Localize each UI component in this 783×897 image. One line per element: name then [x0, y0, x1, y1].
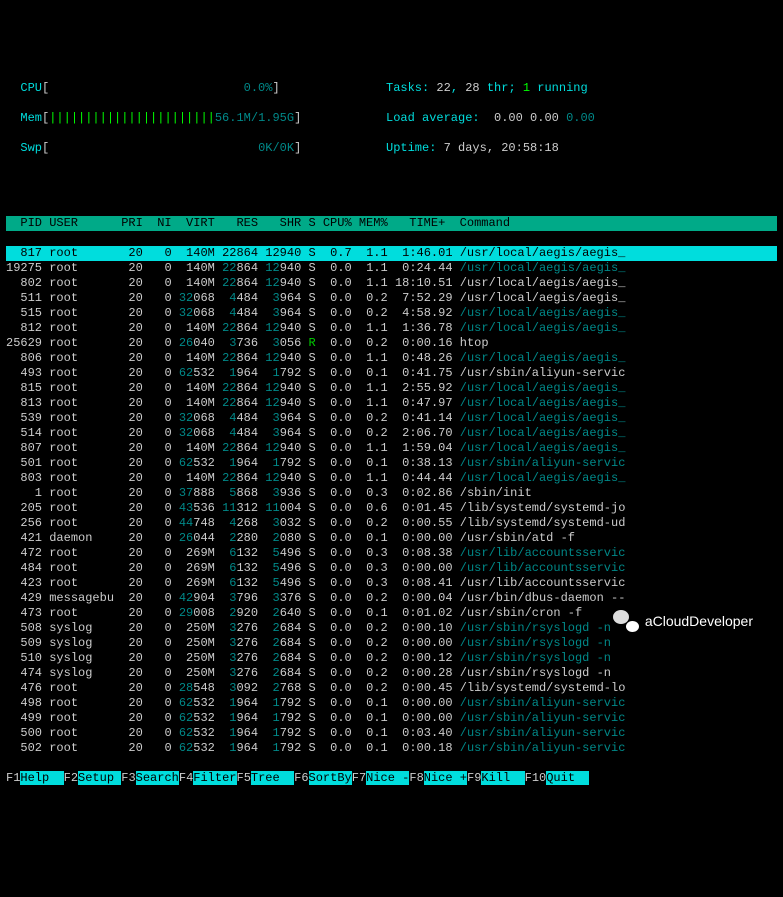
mem-meter: Mem[|||||||||||||||||||||||56.1M/1.95G] — [6, 111, 386, 126]
table-row[interactable]: 502 root 20 0 62532 1964 1792 S 0.0 0.1 … — [6, 741, 777, 756]
table-row[interactable]: 484 root 20 0 269M 6132 5496 S 0.0 0.3 0… — [6, 561, 777, 576]
table-row[interactable]: 472 root 20 0 269M 6132 5496 S 0.0 0.3 0… — [6, 546, 777, 561]
process-list[interactable]: 817 root 20 0 140M 22864 12940 S 0.7 1.1… — [6, 246, 777, 756]
wechat-icon — [613, 610, 639, 632]
table-row[interactable]: 421 daemon 20 0 26044 2280 2080 S 0.0 0.… — [6, 531, 777, 546]
watermark-text: aCloudDeveloper — [645, 614, 753, 629]
table-row[interactable]: 802 root 20 0 140M 22864 12940 S 0.0 1.1… — [6, 276, 777, 291]
table-row[interactable]: 19275 root 20 0 140M 22864 12940 S 0.0 1… — [6, 261, 777, 276]
table-row[interactable]: 498 root 20 0 62532 1964 1792 S 0.0 0.1 … — [6, 696, 777, 711]
table-row[interactable]: 514 root 20 0 32068 4484 3964 S 0.0 0.2 … — [6, 426, 777, 441]
table-row[interactable]: 539 root 20 0 32068 4484 3964 S 0.0 0.2 … — [6, 411, 777, 426]
summary: Tasks: 22, 28 thr; 1 running Load averag… — [386, 66, 777, 171]
load-line: Load average: 0.00 0.00 0.00 — [386, 111, 777, 126]
table-row[interactable]: 813 root 20 0 140M 22864 12940 S 0.0 1.1… — [6, 396, 777, 411]
uptime-line: Uptime: 7 days, 20:58:18 — [386, 141, 777, 156]
table-row[interactable]: 500 root 20 0 62532 1964 1792 S 0.0 0.1 … — [6, 726, 777, 741]
table-row[interactable]: 474 syslog 20 0 250M 3276 2684 S 0.0 0.2… — [6, 666, 777, 681]
table-row[interactable]: 256 root 20 0 44748 4268 3032 S 0.0 0.2 … — [6, 516, 777, 531]
table-row[interactable]: 515 root 20 0 32068 4484 3964 S 0.0 0.2 … — [6, 306, 777, 321]
watermark: aCloudDeveloper — [613, 610, 753, 632]
table-row[interactable]: 423 root 20 0 269M 6132 5496 S 0.0 0.3 0… — [6, 576, 777, 591]
table-row[interactable]: 25629 root 20 0 26040 3736 3056 R 0.0 0.… — [6, 336, 777, 351]
swp-meter: Swp[ 0K/0K] — [6, 141, 386, 156]
table-row[interactable]: 803 root 20 0 140M 22864 12940 S 0.0 1.1… — [6, 471, 777, 486]
table-row[interactable]: 429 messagebu 20 0 42904 3796 3376 S 0.0… — [6, 591, 777, 606]
table-row[interactable]: 205 root 20 0 43536 11312 11004 S 0.0 0.… — [6, 501, 777, 516]
column-headers[interactable]: PID USER PRI NI VIRT RES SHR S CPU% MEM%… — [6, 216, 777, 231]
table-row[interactable]: 812 root 20 0 140M 22864 12940 S 0.0 1.1… — [6, 321, 777, 336]
table-row[interactable]: 806 root 20 0 140M 22864 12940 S 0.0 1.1… — [6, 351, 777, 366]
table-row[interactable]: 493 root 20 0 62532 1964 1792 S 0.0 0.1 … — [6, 366, 777, 381]
table-row[interactable]: 499 root 20 0 62532 1964 1792 S 0.0 0.1 … — [6, 711, 777, 726]
table-row[interactable]: 511 root 20 0 32068 4484 3964 S 0.0 0.2 … — [6, 291, 777, 306]
table-row[interactable]: 476 root 20 0 28548 3092 2768 S 0.0 0.2 … — [6, 681, 777, 696]
table-row[interactable]: 807 root 20 0 140M 22864 12940 S 0.0 1.1… — [6, 441, 777, 456]
meters: CPU[ 0.0%] Mem[|||||||||||||||||||||||56… — [6, 66, 386, 171]
table-row[interactable]: 1 root 20 0 37888 5868 3936 S 0.0 0.3 0:… — [6, 486, 777, 501]
function-keys[interactable]: F1Help F2Setup F3SearchF4FilterF5Tree F6… — [6, 771, 777, 786]
cpu-meter: CPU[ 0.0%] — [6, 81, 386, 96]
table-row[interactable]: 817 root 20 0 140M 22864 12940 S 0.7 1.1… — [6, 246, 777, 261]
header: CPU[ 0.0%] Mem[|||||||||||||||||||||||56… — [6, 66, 777, 171]
table-row[interactable]: 501 root 20 0 62532 1964 1792 S 0.0 0.1 … — [6, 456, 777, 471]
table-row[interactable]: 815 root 20 0 140M 22864 12940 S 0.0 1.1… — [6, 381, 777, 396]
table-row[interactable]: 509 syslog 20 0 250M 3276 2684 S 0.0 0.2… — [6, 636, 777, 651]
tasks-line: Tasks: 22, 28 thr; 1 running — [386, 81, 777, 96]
